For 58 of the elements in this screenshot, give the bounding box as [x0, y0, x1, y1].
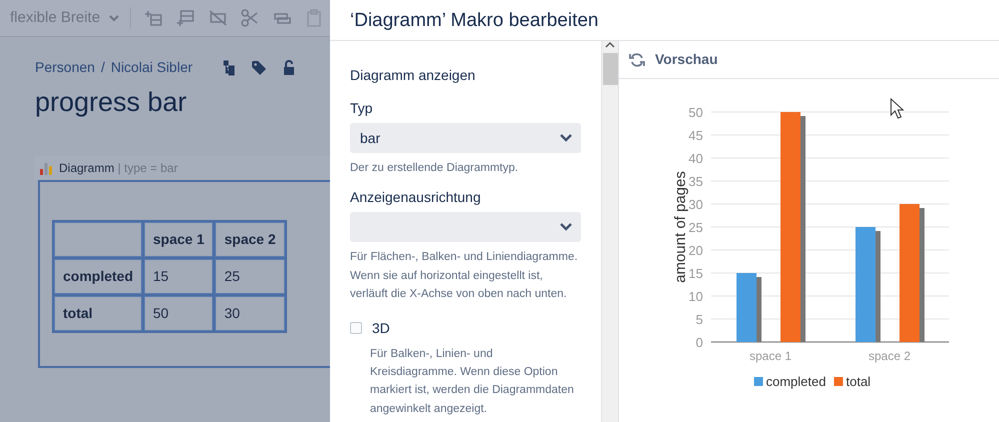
tick-label: 15	[688, 266, 703, 281]
hierarchy-icon[interactable]	[222, 60, 235, 76]
tick-label: 35	[688, 174, 703, 189]
y-axis-title: amount of pages	[672, 171, 689, 283]
scrollbar-thumb[interactable]	[602, 53, 618, 85]
table-cell: 25	[215, 259, 285, 294]
legend-label: total	[846, 374, 871, 389]
tick-label: 40	[688, 151, 703, 166]
select-field[interactable]	[350, 212, 581, 242]
category-label: space 1	[749, 349, 792, 363]
table-cell: 15	[144, 259, 214, 294]
bar	[736, 273, 756, 342]
mouse-cursor-icon	[890, 98, 904, 119]
help-text: Für Flächen-, Balken- und Liniendiagramme. Wenn sie auf horizontal eingestellt ist, verläuft die X-Achse von oben nach unten.	[350, 250, 579, 302]
breadcrumb-link[interactable]: Nicolai Sibler	[110, 57, 193, 78]
preview-title: Vorschau	[655, 50, 718, 69]
help-text: Für Balken-, Linien- und Kreisdiagramme. Wenn diese Option markiert ist, werden die Diagrammdaten angewinkelt angezeigt.	[370, 346, 575, 417]
table-cell: 30	[215, 296, 285, 332]
tick-label: 25	[688, 220, 703, 235]
scrollbar[interactable]	[601, 41, 618, 422]
field-label: Typ	[350, 99, 374, 118]
column-header: space 1	[144, 222, 214, 258]
refresh-icon[interactable]	[629, 52, 645, 68]
field-label: Anzeigenausrichtung	[350, 188, 482, 208]
breadcrumb-separator: /	[100, 58, 105, 77]
table-cell: 50	[144, 296, 214, 332]
tick-label: 45	[688, 128, 703, 143]
scissors-icon[interactable]	[241, 9, 260, 27]
tag-icon[interactable]	[250, 60, 267, 76]
row-header: completed	[54, 259, 142, 294]
tick-label: 10	[688, 289, 703, 304]
caret-icon	[559, 222, 573, 232]
legend-label: completed	[766, 374, 826, 389]
scroll-up-icon[interactable]	[605, 41, 615, 49]
delete-row-icon[interactable]	[209, 9, 228, 27]
tick-label: 20	[688, 243, 703, 258]
category-label: space 2	[868, 349, 911, 363]
tick-label: 50	[688, 105, 703, 120]
bar-chart-icon	[39, 161, 53, 176]
insert-row-icon[interactable]	[177, 9, 196, 27]
select-field[interactable]: bar	[350, 123, 581, 153]
tick-label: 0	[696, 335, 703, 350]
checkbox-label: 3D	[372, 318, 390, 338]
section-heading: Diagramm anzeigen	[350, 66, 476, 85]
macro-title: Diagramm | type = bar	[59, 160, 178, 178]
clipboard-icon[interactable]	[305, 9, 324, 27]
page-title: progress bar	[35, 86, 188, 118]
row-header: total	[54, 296, 142, 332]
dialog-title: ‘Diagramm’ Makro bearbeiten	[330, 0, 999, 41]
caret-icon	[559, 133, 573, 143]
tick-label: 5	[696, 312, 703, 327]
insert-row-icon[interactable]	[145, 9, 164, 27]
breadcrumb-link[interactable]: Personen	[35, 57, 95, 78]
column-header: space 2	[215, 222, 285, 258]
checkbox[interactable]	[350, 322, 362, 334]
unlocked-padlock-icon[interactable]	[282, 60, 295, 76]
help-text: Der zu erstellende Diagrammtyp.	[350, 161, 520, 176]
tick-label: 30	[688, 197, 703, 212]
